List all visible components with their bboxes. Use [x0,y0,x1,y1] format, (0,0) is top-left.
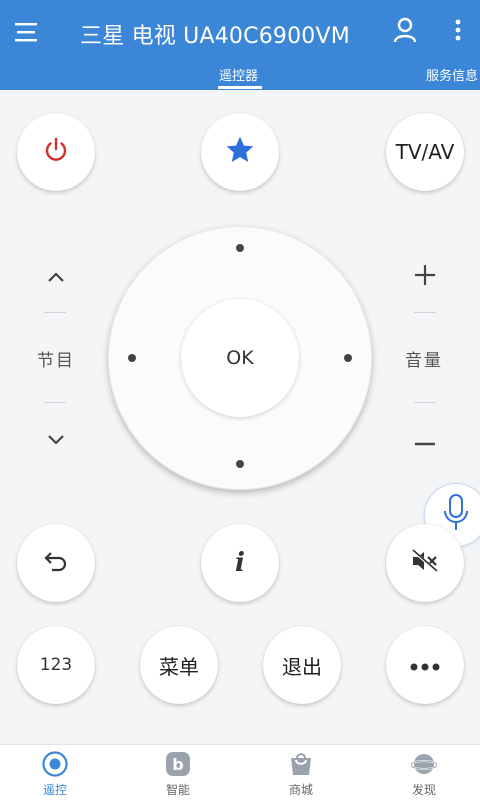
dpad: OK [108,226,372,490]
dpad-down-button[interactable] [236,460,244,468]
smart-icon: b [165,751,191,777]
nav-discover[interactable]: 发现 [384,745,464,800]
minus-icon [414,431,436,450]
volume-up-button[interactable] [410,262,440,292]
menu-key-label: 菜单 [159,654,199,679]
power-button[interactable] [17,113,95,191]
channel-divider-top [44,312,66,313]
input-source-label: TV/AV [395,140,455,164]
bottom-navigation: 遥控 b 智能 商城 发现 [0,744,480,800]
info-icon: i [235,548,245,578]
app-header: 三星 电视 UA40C6900VM 遥控器 服务信息 [0,0,480,90]
chevron-up-icon [47,268,65,287]
nav-shop-label: 商城 [288,783,313,797]
channel-divider-bottom [44,402,66,403]
active-tab-indicator [218,86,262,89]
number-pad-button[interactable]: 123 [17,626,95,704]
mute-button[interactable] [386,524,464,602]
volume-divider-bottom [414,402,436,403]
menu-key-button[interactable]: 菜单 [140,626,218,704]
nav-remote[interactable]: 遥控 [15,745,95,800]
channel-down-button[interactable] [41,425,71,455]
svg-text:b: b [172,755,183,774]
mute-icon [410,548,440,578]
more-horizontal-icon [410,656,440,675]
plus-icon [414,264,436,290]
nav-shop[interactable]: 商城 [261,745,341,800]
page-title: 三星 电视 UA40C6900VM [80,24,350,49]
user-button[interactable] [388,14,422,50]
ok-label: OK [226,347,254,369]
nav-smart[interactable]: b 智能 [138,745,218,800]
more-options-button[interactable] [446,14,470,50]
more-vertical-icon [455,19,461,45]
remote-icon [42,751,68,777]
volume-label: 音量 [405,351,443,371]
volume-down-button[interactable] [410,425,440,455]
menu-icon [15,22,37,46]
favorite-button[interactable] [201,113,279,191]
power-icon [42,136,70,168]
shop-icon [288,751,314,777]
input-source-button[interactable]: TV/AV [386,113,464,191]
ok-button[interactable]: OK [181,299,299,417]
dpad-left-button[interactable] [128,354,136,362]
back-arrow-icon [43,550,69,576]
tab-remote[interactable]: 遥控器 [219,65,258,84]
more-keys-button[interactable] [386,626,464,704]
dpad-right-button[interactable] [344,354,352,362]
exit-label: 退出 [282,654,322,679]
discover-icon [411,751,437,777]
star-icon [224,134,256,170]
menu-button[interactable] [8,12,44,56]
volume-divider-top [414,312,436,313]
tab-service-info[interactable]: 服务信息 [426,65,478,84]
dpad-up-button[interactable] [236,244,244,252]
info-button[interactable]: i [201,524,279,602]
back-button[interactable] [17,524,95,602]
exit-button[interactable]: 退出 [263,626,341,704]
nav-smart-label: 智能 [165,783,190,797]
user-icon [393,17,417,47]
nav-discover-label: 发现 [411,783,436,797]
nav-remote-label: 遥控 [42,783,67,797]
channel-up-button[interactable] [41,262,71,292]
chevron-down-icon [47,431,65,450]
number-pad-label: 123 [39,655,73,675]
channel-label: 节目 [37,351,75,371]
